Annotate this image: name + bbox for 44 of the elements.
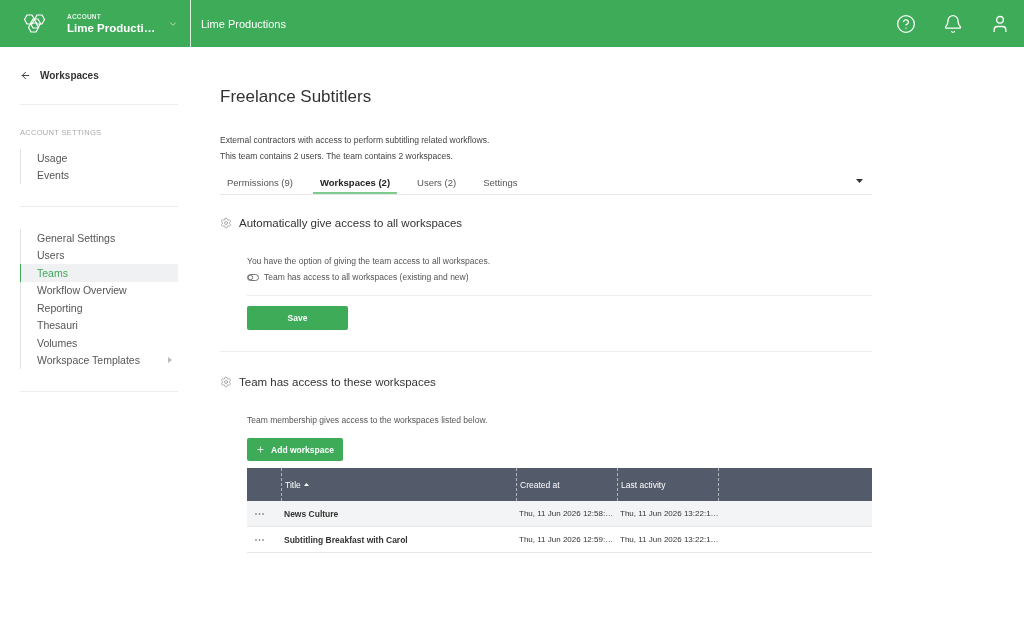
tab[interactable]: Users (2) [410, 170, 464, 194]
toggle-label: Team has access to all workspaces (existing and new) [264, 272, 469, 282]
page-description: This team contains 2 users. The team contains 2 workspaces. [220, 150, 453, 163]
tab[interactable]: Workspaces (2) [313, 170, 398, 194]
toggle-switch[interactable] [247, 273, 259, 281]
arrow-left-icon [20, 69, 31, 81]
section-title: Team has access to these workspaces [239, 376, 436, 388]
section-description: Team membership gives access to the workspaces listed below. [247, 414, 488, 427]
table-cell: Thu, 11 Jun 2026 12:59:… [519, 535, 614, 544]
sidebar-item[interactable]: Events [20, 166, 178, 184]
caret-down-icon[interactable] [856, 178, 863, 183]
sidebar-item[interactable]: Volumes [20, 334, 178, 352]
column-header[interactable]: Title [285, 479, 309, 490]
logo-icon [22, 13, 47, 34]
column-header[interactable]: Created at [520, 479, 560, 490]
more-icon[interactable] [255, 538, 264, 541]
sidebar-item[interactable]: Usage [20, 149, 178, 167]
column-header[interactable]: Last activity [621, 479, 666, 490]
settings-icon [220, 376, 232, 388]
bell-icon[interactable] [943, 13, 963, 34]
tab[interactable]: Settings [476, 170, 525, 194]
section-title: Automatically give access to all workspaces [239, 217, 463, 229]
help-icon[interactable] [896, 13, 916, 34]
page-description: External contractors with access to perform subtitling related workflows. [220, 134, 490, 147]
tab[interactable]: Permissions (9) [220, 170, 300, 194]
sidebar-item[interactable]: Thesauri [20, 316, 178, 334]
settings-icon [220, 217, 232, 229]
sidebar-item[interactable]: Reporting [20, 299, 178, 317]
table-cell: Thu, 11 Jun 2026 13:22:1… [620, 509, 719, 518]
header-title: Lime Productions [201, 17, 286, 30]
back-link[interactable]: Workspaces [20, 67, 99, 83]
sidebar-item[interactable]: Workspace Templates [20, 351, 178, 369]
page-title: Freelance Subtitlers [220, 86, 372, 108]
table-row[interactable]: News Culture Thu, 11 Jun 2026 12:58:… Thu, 11 Jun 2026 13:22:1… [247, 501, 872, 527]
table-cell: Subtitling Breakfast with Carol [284, 534, 408, 545]
section-description: You have the option of giving the team access to all workspaces. [247, 255, 491, 268]
sidebar-item[interactable]: General Settings [20, 229, 178, 247]
plus-icon [256, 445, 266, 454]
table-cell: News Culture [284, 508, 339, 519]
sidebar-item[interactable]: Workflow Overview [20, 281, 178, 299]
table-cell: Thu, 11 Jun 2026 13:22:1… [620, 535, 719, 544]
table-cell: Thu, 11 Jun 2026 12:58:… [519, 509, 614, 518]
back-link-label: Workspaces [40, 69, 99, 81]
more-icon[interactable] [255, 512, 264, 515]
